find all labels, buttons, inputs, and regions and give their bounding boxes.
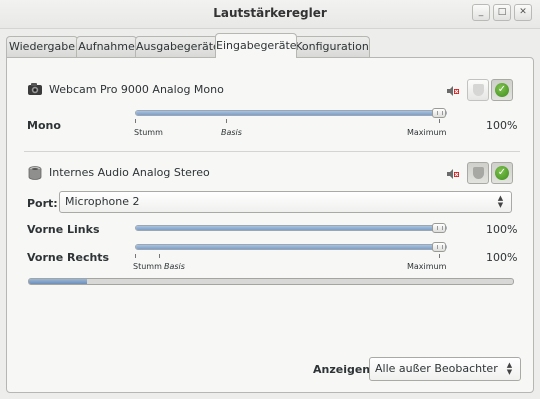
- close-button[interactable]: ✕: [514, 4, 532, 21]
- tick-basis: [226, 119, 227, 123]
- window-title: Lautstärkeregler: [213, 6, 327, 20]
- slider-knob[interactable]: [432, 223, 446, 233]
- lock-channels-button[interactable]: [467, 162, 489, 184]
- tab-aufnahme[interactable]: Aufnahme: [76, 36, 137, 57]
- select-arrows-icon: ▲ ▼: [506, 361, 513, 376]
- window-controls: _ □ ✕: [472, 4, 532, 21]
- slider-knob[interactable]: [432, 242, 446, 252]
- tab-wiedergabe[interactable]: Wiedergabe: [6, 36, 78, 57]
- level-meter-fill: [29, 279, 88, 284]
- port-label: Port:: [27, 197, 58, 210]
- channel-label-front-right: Vorne Rechts: [27, 251, 110, 264]
- device-name: Internes Audio Analog Stereo: [49, 166, 210, 179]
- percent-mono: 100%: [486, 119, 518, 132]
- show-label: Anzeigen:: [313, 363, 375, 376]
- volume-fill: [136, 111, 446, 115]
- tab-eingabegeraete[interactable]: Eingabegeräte: [215, 33, 297, 58]
- tick-stumm: [135, 254, 136, 258]
- scale-base-label: Basis: [221, 128, 242, 137]
- tick-maximum: [439, 254, 440, 258]
- minimize-button[interactable]: _: [472, 4, 490, 21]
- input-level-meter: [28, 278, 514, 285]
- scale-min-label: Stumm: [133, 262, 162, 271]
- set-default-icon: ✓: [495, 166, 509, 180]
- tick-basis: [159, 254, 160, 258]
- volume-slider-front-right[interactable]: [135, 244, 447, 250]
- title-bar: Lautstärkeregler _ □ ✕: [0, 0, 540, 29]
- show-filter-select[interactable]: Alle außer Beobachter ▲ ▼: [369, 357, 521, 381]
- scale-min-label: Stumm: [134, 128, 163, 137]
- set-default-button[interactable]: ✓: [491, 162, 513, 184]
- port-select-value: Microphone 2: [65, 195, 140, 208]
- volume-slider-front-left[interactable]: [135, 225, 447, 231]
- scale-base-label: Basis: [164, 262, 185, 271]
- port-select[interactable]: Microphone 2 ▲ ▼: [59, 191, 512, 213]
- tab-konfiguration[interactable]: Konfiguration: [294, 36, 370, 57]
- lock-channels-icon: [473, 84, 484, 96]
- separator: [24, 151, 520, 152]
- input-devices-panel: Webcam Pro 9000 Analog Mono ✓ Mono 100% …: [6, 57, 534, 393]
- volume-fill: [136, 245, 446, 249]
- webcam-icon: [27, 82, 43, 96]
- scale-max-label: Maximum: [407, 128, 447, 137]
- select-arrows-icon: ▲ ▼: [497, 194, 504, 209]
- internal-audio-icon: [27, 165, 43, 181]
- device-name: Webcam Pro 9000 Analog Mono: [49, 83, 224, 96]
- lock-channels-icon: [473, 167, 484, 179]
- channel-label-front-left: Vorne Links: [27, 223, 100, 236]
- tab-ausgabegeraete[interactable]: Ausgabegeräte: [135, 36, 220, 57]
- scale-max-label: Maximum: [407, 262, 447, 271]
- slider-knob[interactable]: [432, 108, 446, 118]
- channel-label-mono: Mono: [27, 119, 61, 132]
- lock-channels-button[interactable]: [467, 79, 489, 101]
- volume-slider-mono[interactable]: [135, 110, 447, 116]
- tick-stumm: [135, 119, 136, 123]
- set-default-icon: ✓: [495, 83, 509, 97]
- set-default-button[interactable]: ✓: [491, 79, 513, 101]
- speaker-mute-icon[interactable]: [446, 167, 460, 181]
- speaker-mute-icon[interactable]: [446, 84, 460, 98]
- percent-front-left: 100%: [486, 223, 518, 236]
- tick-maximum: [439, 119, 440, 123]
- show-filter-value: Alle außer Beobachter: [375, 362, 498, 375]
- percent-front-right: 100%: [486, 251, 518, 264]
- volume-fill: [136, 226, 446, 230]
- maximize-button[interactable]: □: [493, 4, 511, 21]
